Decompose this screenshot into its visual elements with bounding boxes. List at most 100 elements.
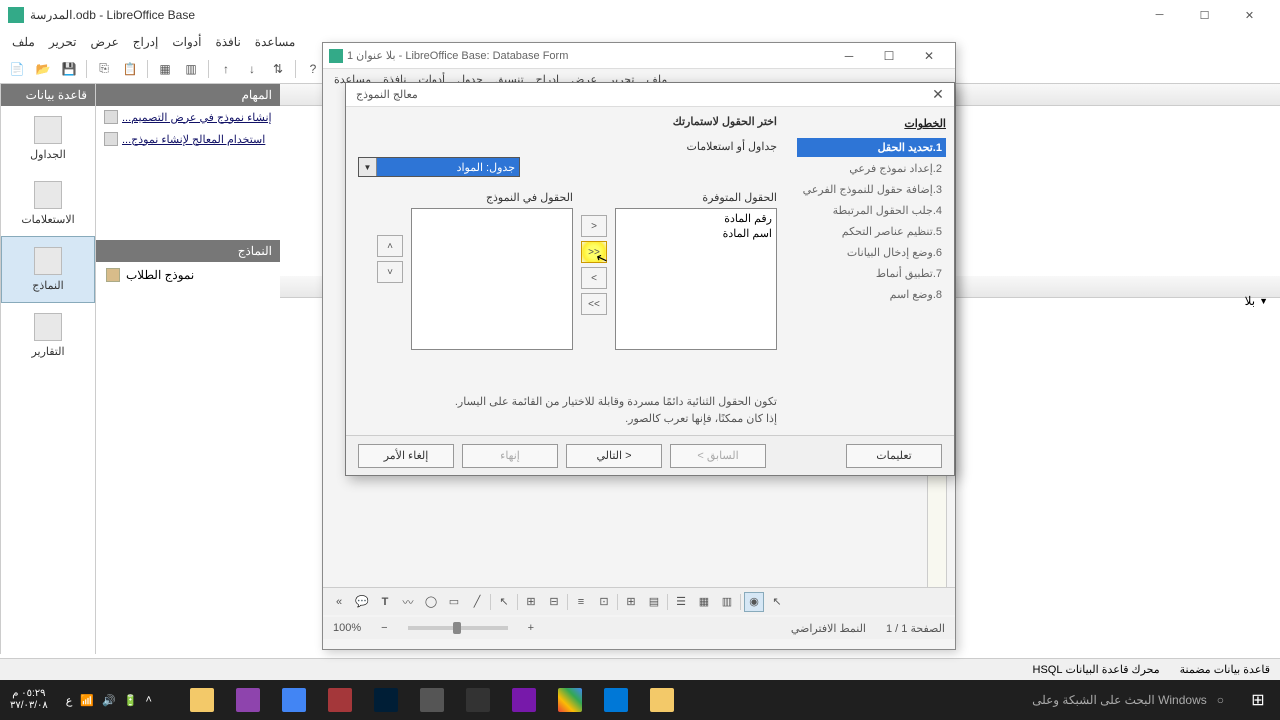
system-tray[interactable]: ع 📶 🔊 🔋 ˄ bbox=[58, 694, 160, 707]
sidebar-item-queries[interactable]: الاستعلامات bbox=[1, 171, 95, 236]
sidebar-item-forms[interactable]: النماذج bbox=[1, 236, 95, 303]
tb-table-icon[interactable]: ▦ bbox=[154, 58, 176, 80]
app-chrome[interactable] bbox=[272, 680, 316, 720]
tb-form-icon[interactable]: ▥ bbox=[180, 58, 202, 80]
menu-window[interactable]: نافذة bbox=[209, 35, 246, 49]
app-folder[interactable] bbox=[640, 680, 684, 720]
wizard-close-button[interactable]: ✕ bbox=[928, 86, 948, 103]
taskbar-clock[interactable]: ٠٥:٢٩ م ٣٧/٠٣/٠٨ bbox=[0, 688, 58, 712]
step-7[interactable]: 7.تطبيق أنماط bbox=[797, 264, 946, 283]
dt-line-icon[interactable]: ╱ bbox=[467, 592, 487, 612]
app-base[interactable] bbox=[226, 680, 270, 720]
dt-align-icon[interactable]: ≡ bbox=[571, 592, 591, 612]
tb-copy-icon[interactable]: ⎘ bbox=[93, 58, 115, 80]
app-chrome2[interactable] bbox=[548, 680, 592, 720]
tb-paste-icon[interactable]: 📋 bbox=[119, 58, 141, 80]
dt-form-icon[interactable]: ▥ bbox=[717, 592, 737, 612]
dt-group-icon[interactable]: ⊡ bbox=[594, 592, 614, 612]
field-item[interactable]: اسم المادة bbox=[620, 226, 772, 241]
step-3[interactable]: 3.إضافة حقول للنموذج الفرعي bbox=[797, 180, 946, 199]
start-button[interactable]: ⊞ bbox=[1236, 680, 1280, 720]
tray-up-icon[interactable]: ˄ bbox=[145, 694, 151, 706]
back-button[interactable]: < السابق bbox=[670, 444, 766, 468]
task-wizard-form[interactable]: استخدام المعالج لإنشاء نموذج... bbox=[96, 128, 280, 150]
dt-props-icon[interactable]: ☰ bbox=[671, 592, 691, 612]
network-icon[interactable]: 📶 bbox=[80, 694, 94, 707]
sub-minimize-button[interactable]: ─ bbox=[829, 49, 869, 63]
menu-tools[interactable]: أدوات bbox=[166, 35, 207, 49]
app-access[interactable] bbox=[318, 680, 362, 720]
step-2[interactable]: 2.إعداد نموذج فرعي bbox=[797, 159, 946, 178]
battery-icon[interactable]: 🔋 bbox=[124, 694, 138, 707]
dt-expand-icon[interactable]: « bbox=[329, 592, 349, 612]
available-fields-listbox[interactable]: رقم المادة اسم المادة bbox=[615, 208, 777, 350]
dt-formnav-icon[interactable]: ▦ bbox=[694, 592, 714, 612]
step-6[interactable]: 6.وضع إدخال البيانات bbox=[797, 243, 946, 262]
menu-help[interactable]: مساعدة bbox=[249, 35, 302, 49]
cancel-button[interactable]: إلغاء الأمر bbox=[358, 444, 454, 468]
next-button[interactable]: التالي > bbox=[566, 444, 662, 468]
finish-button[interactable]: إنهاء bbox=[462, 444, 558, 468]
move-down-button[interactable]: ˅ bbox=[377, 261, 403, 283]
menu-edit[interactable]: تحرير bbox=[43, 35, 83, 49]
zoom-in-icon[interactable]: + bbox=[528, 622, 534, 634]
tb-save-icon[interactable]: 💾 bbox=[58, 58, 80, 80]
step-4[interactable]: 4.جلب الحقول المرتبطة bbox=[797, 201, 946, 220]
sidebar-item-reports[interactable]: التقارير bbox=[1, 303, 95, 368]
add-all-button[interactable]: <<↖ bbox=[581, 241, 607, 263]
lang-indicator[interactable]: ع bbox=[66, 694, 73, 707]
move-up-button[interactable]: ˄ bbox=[377, 235, 403, 257]
sub-close-button[interactable]: ✕ bbox=[909, 49, 949, 63]
form-fields-listbox[interactable] bbox=[411, 208, 573, 350]
form-item-students[interactable]: نموذج الطلاب bbox=[96, 262, 280, 288]
menu-file[interactable]: ملف bbox=[6, 35, 41, 49]
menu-insert[interactable]: إدراج bbox=[127, 35, 165, 49]
remove-one-button[interactable]: > bbox=[581, 267, 607, 289]
app-snip[interactable] bbox=[410, 680, 454, 720]
add-one-button[interactable]: < bbox=[581, 215, 607, 237]
dt-snap-icon[interactable]: ⊟ bbox=[544, 592, 564, 612]
sidebar-item-tables[interactable]: الجداول bbox=[1, 106, 95, 171]
volume-icon[interactable]: 🔊 bbox=[102, 694, 116, 707]
dt-select-icon[interactable]: ↖ bbox=[494, 592, 514, 612]
app-store[interactable] bbox=[456, 680, 500, 720]
dt-designmode-icon[interactable]: ◉ bbox=[744, 592, 764, 612]
dt-grid-icon[interactable]: ⊞ bbox=[521, 592, 541, 612]
app-edge[interactable] bbox=[594, 680, 638, 720]
tb-sortasc-icon[interactable]: ↑ bbox=[215, 58, 237, 80]
dt-nav-icon[interactable]: ⊞ bbox=[621, 592, 641, 612]
tb-sortdesc-icon[interactable]: ↓ bbox=[241, 58, 263, 80]
dt-pointer-icon[interactable]: ↖ bbox=[767, 592, 787, 612]
taskbar-search[interactable]: البحث على الشبكة وعلى Windows ○ bbox=[684, 693, 1236, 707]
cortana-icon[interactable]: ○ bbox=[1217, 693, 1224, 707]
step-8[interactable]: 8.وضع اسم bbox=[797, 285, 946, 304]
menu-view[interactable]: عرض bbox=[85, 35, 125, 49]
tb-sort-icon[interactable]: ⇅ bbox=[267, 58, 289, 80]
help-button[interactable]: تعليمات bbox=[846, 444, 942, 468]
close-button[interactable]: ✕ bbox=[1227, 1, 1272, 29]
step-1[interactable]: 1.تحديد الحقل bbox=[797, 138, 946, 157]
minimize-button[interactable]: ─ bbox=[1137, 1, 1182, 29]
tb-help-icon[interactable]: ? bbox=[302, 58, 324, 80]
field-item[interactable]: رقم المادة bbox=[620, 211, 772, 226]
maximize-button[interactable]: ☐ bbox=[1182, 1, 1227, 29]
dt-callout-icon[interactable]: 💬 bbox=[352, 592, 372, 612]
app-onenote[interactable] bbox=[502, 680, 546, 720]
step-5[interactable]: 5.تنظيم عناصر التحكم bbox=[797, 222, 946, 241]
content-menu[interactable]: ▼ بلا bbox=[1245, 294, 1268, 308]
task-design-form[interactable]: إنشاء نموذج في عرض التصميم... bbox=[96, 106, 280, 128]
zoom-out-icon[interactable]: − bbox=[381, 622, 387, 634]
dt-text-icon[interactable]: T bbox=[375, 592, 395, 612]
zoom-slider[interactable] bbox=[408, 626, 508, 630]
dt-ellipse-icon[interactable]: ◯ bbox=[421, 592, 441, 612]
app-explorer[interactable] bbox=[180, 680, 224, 720]
app-photoshop[interactable] bbox=[364, 680, 408, 720]
tables-queries-combo[interactable]: جدول: المواد ▼ bbox=[358, 157, 520, 177]
dt-rect-icon[interactable]: ▭ bbox=[444, 592, 464, 612]
sub-maximize-button[interactable]: ☐ bbox=[869, 49, 909, 63]
tb-open-icon[interactable]: 📂 bbox=[32, 58, 54, 80]
remove-all-button[interactable]: >> bbox=[581, 293, 607, 315]
dt-datasrc-icon[interactable]: ▤ bbox=[644, 592, 664, 612]
dt-curve-icon[interactable]: 〰 bbox=[398, 592, 418, 612]
tb-new-icon[interactable]: 📄 bbox=[6, 58, 28, 80]
